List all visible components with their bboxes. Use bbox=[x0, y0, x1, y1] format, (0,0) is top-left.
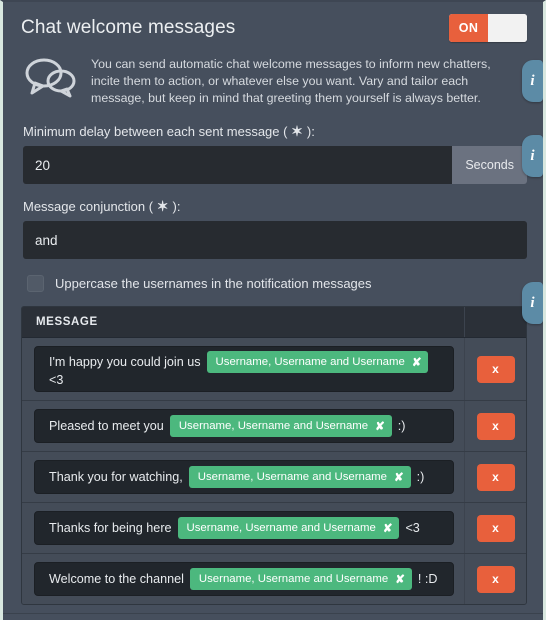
actions-cell: x bbox=[464, 503, 526, 553]
username-token[interactable]: Username, Username and Username ✘ bbox=[206, 351, 429, 373]
required-asterisk-icon: ✶ bbox=[156, 198, 169, 214]
speech-bubbles-icon bbox=[23, 52, 79, 107]
uppercase-checkbox-label: Uppercase the usernames in the notificat… bbox=[55, 276, 372, 291]
username-token-label: Username, Username and Username bbox=[186, 522, 376, 534]
username-token[interactable]: Username, Username and Username ✘ bbox=[189, 568, 412, 590]
conjunction-input[interactable] bbox=[23, 221, 527, 259]
message-input[interactable]: Thanks for being here Username, Username … bbox=[34, 511, 454, 545]
delete-message-button[interactable]: x bbox=[476, 514, 515, 542]
remove-token-icon[interactable]: ✘ bbox=[375, 419, 385, 433]
column-header-message: MESSAGE bbox=[36, 316, 98, 328]
message-suffix-text: <3 bbox=[405, 521, 420, 535]
form-area: Minimum delay between each sent message … bbox=[3, 117, 543, 306]
table-row: Thanks for being here Username, Username … bbox=[22, 503, 526, 554]
message-prefix-text: Thanks for being here bbox=[49, 521, 172, 535]
required-asterisk-icon: ✶ bbox=[291, 123, 304, 139]
delay-field-label: Minimum delay between each sent message … bbox=[23, 123, 527, 140]
uppercase-checkbox-row[interactable]: Uppercase the usernames in the notificat… bbox=[23, 273, 527, 306]
message-input[interactable]: Thank you for watching, Username, Usernam… bbox=[34, 460, 454, 494]
conjunction-field-label: Message conjunction ( ✶ ): bbox=[23, 198, 527, 215]
message-cell: Pleased to meet you Username, Username an… bbox=[22, 401, 464, 451]
delay-unit-addon: Seconds bbox=[452, 146, 527, 184]
conjunction-label-suffix: ): bbox=[168, 199, 181, 214]
conjunction-label-prefix: Message conjunction ( bbox=[23, 199, 157, 214]
panel-description-row: You can send automatic chat welcome mess… bbox=[3, 46, 543, 117]
message-cell: I'm happy you could join us Username, Use… bbox=[22, 338, 464, 400]
remove-token-icon[interactable]: ✘ bbox=[412, 355, 422, 369]
table-header: MESSAGE bbox=[22, 307, 526, 338]
delay-label-prefix: Minimum delay between each sent message … bbox=[23, 124, 292, 139]
info-icon-messages[interactable]: i bbox=[522, 282, 543, 324]
actions-cell: x bbox=[464, 401, 526, 451]
panel-footer: Add a chat message Cancel Save bbox=[3, 613, 543, 620]
remove-token-icon[interactable]: ✘ bbox=[394, 470, 404, 484]
message-cell: Welcome to the channel Username, Username… bbox=[22, 554, 464, 604]
conjunction-input-group bbox=[23, 221, 527, 259]
toggle-knob bbox=[488, 14, 527, 42]
table-row: Pleased to meet you Username, Username an… bbox=[22, 401, 526, 452]
settings-panel: Chat welcome messages ON You can send au… bbox=[0, 0, 546, 620]
uppercase-checkbox[interactable] bbox=[27, 275, 44, 292]
delete-message-button[interactable]: x bbox=[476, 412, 515, 440]
username-token-label: Username, Username and Username bbox=[197, 471, 388, 483]
info-icon-description[interactable]: i bbox=[522, 60, 543, 102]
remove-token-icon[interactable]: ✘ bbox=[383, 521, 393, 535]
page-title: Chat welcome messages bbox=[21, 17, 236, 38]
actions-cell: x bbox=[464, 452, 526, 502]
message-input[interactable]: Welcome to the channel Username, Username… bbox=[34, 562, 454, 596]
username-token-label: Username, Username and Username bbox=[178, 420, 369, 432]
actions-cell: x bbox=[464, 554, 526, 604]
message-suffix-text: <3 bbox=[49, 373, 64, 387]
column-header-actions bbox=[464, 307, 526, 337]
message-cell: Thank you for watching, Username, Usernam… bbox=[22, 452, 464, 502]
info-icon-delay[interactable]: i bbox=[522, 135, 543, 177]
table-row: Thank you for watching, Username, Usernam… bbox=[22, 452, 526, 503]
delete-message-button[interactable]: x bbox=[476, 565, 515, 593]
message-prefix-text: Thank you for watching, bbox=[49, 470, 183, 484]
table-row: I'm happy you could join us Username, Use… bbox=[22, 338, 526, 401]
message-suffix-text: ! :D bbox=[417, 572, 438, 586]
username-token[interactable]: Username, Username and Username ✘ bbox=[169, 415, 392, 437]
messages-table: MESSAGE I'm happy you could join us Usern… bbox=[21, 306, 527, 605]
message-prefix-text: Welcome to the channel bbox=[49, 572, 184, 586]
message-prefix-text: Pleased to meet you bbox=[49, 419, 164, 433]
remove-token-icon[interactable]: ✘ bbox=[395, 572, 405, 586]
actions-cell: x bbox=[464, 338, 526, 400]
message-suffix-text: :) bbox=[397, 419, 406, 433]
panel-description: You can send automatic chat welcome mess… bbox=[91, 57, 491, 105]
table-row: Welcome to the channel Username, Username… bbox=[22, 554, 526, 604]
delay-input[interactable] bbox=[23, 146, 453, 184]
toggle-state-label: ON bbox=[449, 14, 488, 42]
delay-input-group: Seconds bbox=[23, 146, 527, 184]
username-token-label: Username, Username and Username bbox=[198, 573, 389, 585]
message-input[interactable]: Pleased to meet you Username, Username an… bbox=[34, 409, 454, 443]
message-cell: Thanks for being here Username, Username … bbox=[22, 503, 464, 553]
username-token[interactable]: Username, Username and Username ✘ bbox=[177, 517, 400, 539]
delete-message-button[interactable]: x bbox=[476, 463, 515, 491]
username-token-label: Username, Username and Username bbox=[215, 356, 405, 368]
message-suffix-text: :) bbox=[416, 470, 425, 484]
delay-label-suffix: ): bbox=[303, 124, 315, 139]
delete-message-button[interactable]: x bbox=[476, 355, 515, 383]
panel-header: Chat welcome messages ON bbox=[3, 2, 543, 46]
enable-toggle[interactable]: ON bbox=[449, 14, 527, 42]
message-input[interactable]: I'm happy you could join us Username, Use… bbox=[34, 346, 454, 392]
message-prefix-text: I'm happy you could join us bbox=[49, 355, 201, 369]
table-body: I'm happy you could join us Username, Use… bbox=[22, 338, 526, 604]
username-token[interactable]: Username, Username and Username ✘ bbox=[188, 466, 411, 488]
